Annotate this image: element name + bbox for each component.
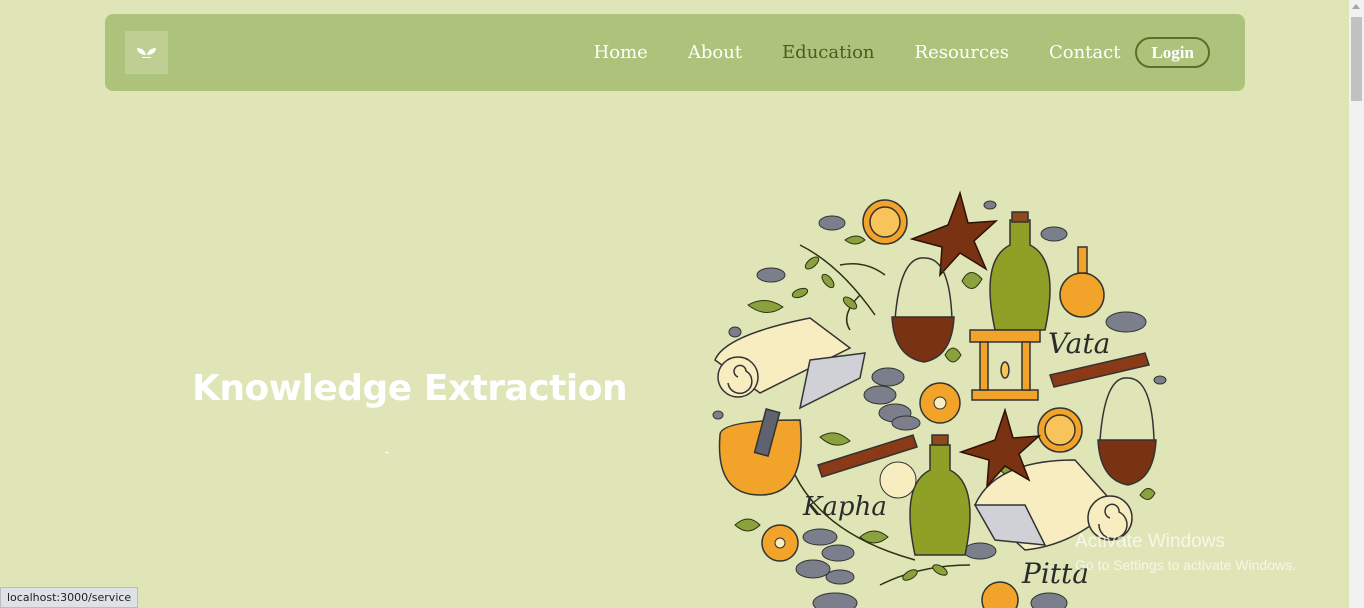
logo[interactable]: [125, 31, 168, 74]
vata-label: Vata: [1048, 327, 1110, 360]
scroll-up-icon[interactable]: [1352, 4, 1360, 9]
navbar: Home About Education Resources Contact L…: [105, 14, 1245, 91]
vertical-scrollbar[interactable]: [1349, 0, 1364, 608]
scroll-thumb[interactable]: [1351, 17, 1362, 101]
watermark-title: Activate Windows: [1075, 531, 1225, 552]
leaf-logo-icon: [137, 48, 156, 58]
hero-divider: [385, 452, 389, 453]
nav-contact[interactable]: Contact: [1049, 42, 1120, 63]
windows-watermark: Activate Windows Go to Settings to activ…: [1075, 531, 1296, 573]
nav-home[interactable]: Home: [594, 42, 648, 63]
nav-education[interactable]: Education: [782, 42, 875, 63]
nav-links: Home About Education Resources Contact L…: [554, 14, 1210, 91]
hero-title: Knowledge Extraction: [192, 368, 628, 409]
status-bar-url: localhost:3000/service: [0, 587, 139, 608]
login-button[interactable]: Login: [1135, 37, 1210, 68]
watermark-subtitle: Go to Settings to activate Windows.: [1075, 557, 1296, 573]
nav-about[interactable]: About: [688, 42, 742, 63]
nav-resources[interactable]: Resources: [915, 42, 1009, 63]
kapha-label: Kapha: [802, 492, 887, 522]
page: Home About Education Resources Contact L…: [0, 0, 1349, 608]
